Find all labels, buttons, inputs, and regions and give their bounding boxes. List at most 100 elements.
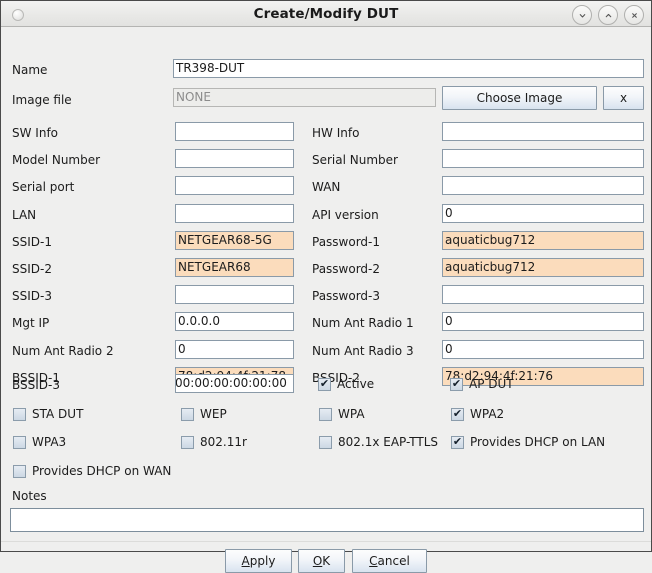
input-ssid-2[interactable]: NETGEAR68 bbox=[175, 258, 294, 277]
cancel-mnemonic: C bbox=[369, 554, 378, 568]
bssid3-label: BSSID-3 bbox=[12, 378, 60, 392]
cancel-label-rest: ancel bbox=[377, 554, 410, 568]
checkbox-label: Provides DHCP on LAN bbox=[470, 435, 606, 449]
checkbox-label: WPA2 bbox=[470, 407, 505, 421]
clear-image-button[interactable]: x bbox=[603, 86, 644, 110]
checkbox-label: WPA bbox=[338, 407, 365, 421]
close-button[interactable] bbox=[624, 5, 644, 25]
input-ssid-3[interactable] bbox=[175, 285, 294, 304]
chevron-up-icon bbox=[605, 13, 611, 17]
maximize-button[interactable] bbox=[598, 5, 618, 25]
checkbox-802-11r[interactable]: 802.11r bbox=[181, 433, 247, 451]
input-api-version[interactable]: 0 bbox=[442, 204, 644, 223]
checkbox-box bbox=[13, 407, 26, 421]
dialog-body: Name TR398-DUT Image file NONE Choose Im… bbox=[1, 27, 651, 573]
checkbox-label: AP DUT bbox=[469, 377, 514, 391]
label-ssid-2: SSID-2 bbox=[12, 262, 52, 276]
checkbox-label: STA DUT bbox=[32, 407, 84, 421]
input-lan[interactable] bbox=[175, 204, 294, 223]
checkbox-box bbox=[181, 407, 194, 421]
apply-button[interactable]: Apply bbox=[225, 549, 292, 573]
checkbox-box bbox=[319, 407, 332, 421]
checkbox-label: Provides DHCP on WAN bbox=[32, 464, 172, 478]
ok-button[interactable]: OK bbox=[298, 549, 345, 573]
notes-input[interactable] bbox=[10, 508, 644, 532]
label-mgt-ip: Mgt IP bbox=[12, 316, 50, 330]
choose-image-button[interactable]: Choose Image bbox=[442, 86, 597, 110]
bssid3-input[interactable]: 00:00:00:00:00:00 bbox=[175, 374, 294, 393]
label-sw-info: SW Info bbox=[12, 126, 59, 140]
checkbox-label: 802.11r bbox=[200, 435, 247, 449]
check-icon: ✔ bbox=[319, 377, 330, 390]
label-api-version: API version bbox=[312, 208, 379, 222]
input-password-3[interactable] bbox=[442, 285, 644, 304]
notes-label: Notes bbox=[12, 489, 47, 503]
checkbox-box: ✔ bbox=[451, 435, 464, 449]
window-title: Create/Modify DUT bbox=[253, 6, 399, 22]
checkbox-box: ✔ bbox=[451, 407, 464, 421]
checkbox-label: WEP bbox=[200, 407, 227, 421]
checkbox-box bbox=[13, 464, 26, 478]
chevron-down-icon bbox=[579, 13, 585, 17]
input-serial-number[interactable] bbox=[442, 149, 644, 168]
checkbox-wpa[interactable]: WPA bbox=[319, 405, 365, 423]
input-sw-info[interactable] bbox=[175, 122, 294, 141]
label-serial-number: Serial Number bbox=[312, 153, 398, 167]
ok-label-rest: K bbox=[322, 554, 331, 568]
ok-mnemonic: O bbox=[312, 554, 323, 568]
apply-label-rest: pply bbox=[249, 554, 276, 568]
check-icon: ✔ bbox=[452, 407, 463, 420]
checkbox-provides-dhcp-on-wan[interactable]: Provides DHCP on WAN bbox=[13, 462, 171, 480]
label-ssid-3: SSID-3 bbox=[12, 289, 52, 303]
button-bar-divider bbox=[1, 541, 651, 542]
label-serial-port: Serial port bbox=[12, 180, 75, 194]
label-model-number: Model Number bbox=[12, 153, 101, 167]
label-password-3: Password-3 bbox=[312, 289, 381, 303]
checkbox-802-1x-eap-ttls[interactable]: 802.1x EAP-TTLS bbox=[319, 433, 438, 451]
apply-mnemonic: A bbox=[241, 554, 250, 568]
checkbox-box bbox=[319, 435, 332, 449]
label-num-ant-radio-1: Num Ant Radio 1 bbox=[312, 316, 414, 330]
input-wan[interactable] bbox=[442, 176, 644, 195]
label-wan: WAN bbox=[312, 180, 341, 194]
label-num-ant-radio-2: Num Ant Radio 2 bbox=[12, 344, 114, 358]
input-password-1[interactable]: aquaticbug712 bbox=[442, 231, 644, 250]
input-ssid-1[interactable]: NETGEAR68-5G bbox=[175, 231, 294, 250]
create-modify-dut-dialog: Create/Modify DUT Name TR398-DUT Image f… bbox=[0, 0, 652, 573]
input-num-ant-radio-3[interactable]: 0 bbox=[442, 340, 644, 359]
checkbox-provides-dhcp-on-lan[interactable]: ✔ Provides DHCP on LAN bbox=[451, 433, 605, 451]
label-password-1: Password-1 bbox=[312, 235, 381, 249]
image-file-label: Image file bbox=[12, 93, 72, 107]
check-icon: ✔ bbox=[452, 435, 463, 448]
checkbox-sta-dut[interactable]: STA DUT bbox=[13, 405, 83, 423]
label-num-ant-radio-3: Num Ant Radio 3 bbox=[312, 344, 414, 358]
name-label: Name bbox=[12, 63, 48, 77]
input-serial-port[interactable] bbox=[175, 176, 294, 195]
label-ssid-1: SSID-1 bbox=[12, 235, 52, 249]
checkbox-box: ✔ bbox=[450, 377, 463, 391]
input-mgt-ip[interactable]: 0.0.0.0 bbox=[175, 312, 294, 331]
cancel-button[interactable]: Cancel bbox=[352, 549, 427, 573]
checkbox-wpa3[interactable]: WPA3 bbox=[13, 433, 66, 451]
title-bar: Create/Modify DUT bbox=[1, 1, 651, 27]
checkbox-label: 802.1x EAP-TTLS bbox=[338, 435, 439, 449]
input-model-number[interactable] bbox=[175, 149, 294, 168]
name-input[interactable]: TR398-DUT bbox=[173, 59, 644, 78]
close-icon bbox=[631, 12, 637, 18]
checkbox-label: Active bbox=[337, 377, 375, 391]
input-num-ant-radio-2[interactable]: 0 bbox=[175, 340, 294, 359]
input-hw-info[interactable] bbox=[442, 122, 644, 141]
checkbox-wep[interactable]: WEP bbox=[181, 405, 227, 423]
image-file-input[interactable]: NONE bbox=[173, 88, 436, 107]
checkbox-ap-dut[interactable]: ✔ AP DUT bbox=[450, 375, 514, 393]
label-hw-info: HW Info bbox=[312, 126, 360, 140]
checkbox-active[interactable]: ✔ Active bbox=[318, 375, 374, 393]
input-num-ant-radio-1[interactable]: 0 bbox=[442, 312, 644, 331]
window-controls bbox=[572, 5, 644, 25]
label-lan: LAN bbox=[12, 208, 37, 222]
checkbox-box: ✔ bbox=[318, 377, 331, 391]
minimize-button[interactable] bbox=[572, 5, 592, 25]
checkbox-box bbox=[181, 435, 194, 449]
checkbox-wpa2[interactable]: ✔ WPA2 bbox=[451, 405, 504, 423]
input-password-2[interactable]: aquaticbug712 bbox=[442, 258, 644, 277]
